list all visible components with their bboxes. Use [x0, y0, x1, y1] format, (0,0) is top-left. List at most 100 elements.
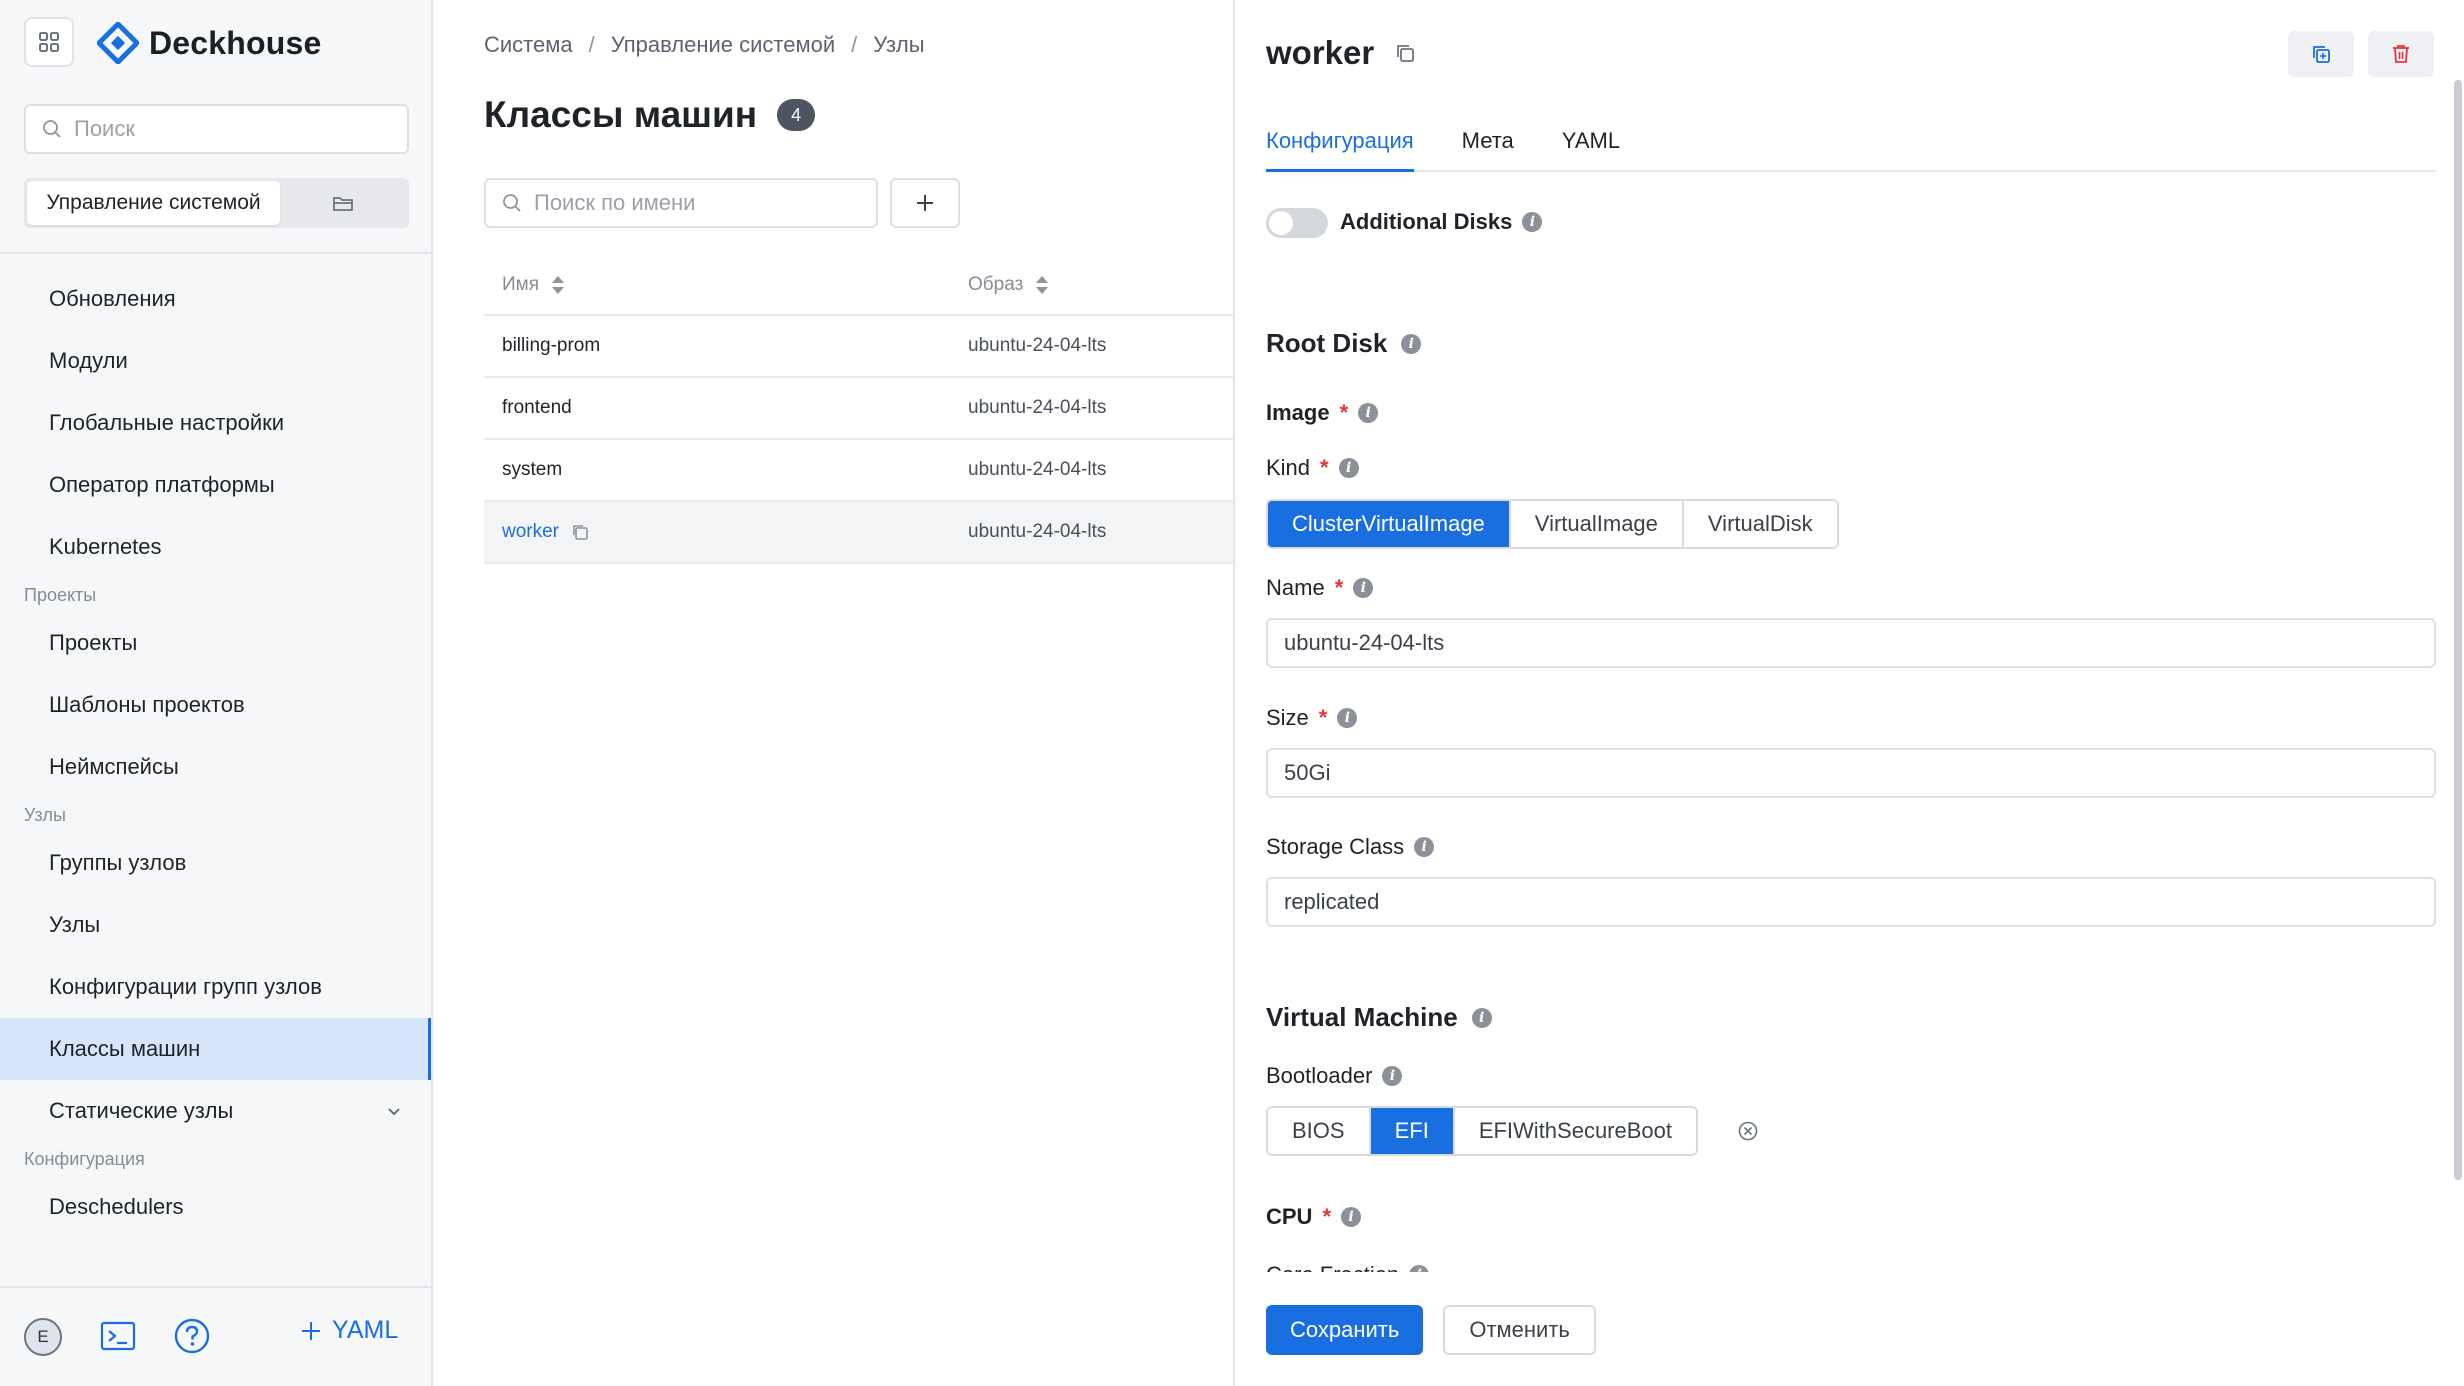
breadcrumb-separator: / [851, 32, 858, 57]
search-icon [43, 120, 61, 138]
info-icon[interactable]: i [1409, 1265, 1430, 1272]
name-label: Name * i [1266, 575, 1374, 601]
copy-icon[interactable] [1394, 42, 1416, 64]
storage-class-input[interactable] [1266, 877, 2436, 927]
root-disk-title-text: Root Disk [1266, 328, 1388, 358]
sidebar-item-namespaces[interactable]: Неймспейсы [0, 736, 431, 798]
mode-system-management[interactable]: Управление системой [27, 181, 280, 225]
row-name-link[interactable]: worker [502, 521, 559, 543]
add-yaml-button[interactable]: YAML [300, 1316, 398, 1345]
folder-icon [333, 197, 353, 211]
row-name: billing-prom [502, 335, 601, 356]
logo[interactable]: Deckhouse [97, 20, 322, 66]
configuration-form: Additional Disks i Root Disk i Image * i… [1266, 172, 2436, 1272]
copy-icon[interactable] [571, 523, 589, 541]
size-input[interactable] [1266, 748, 2436, 798]
sidebar-item-static-nodes[interactable]: Статические узлы [0, 1080, 431, 1142]
terminal-icon[interactable] [100, 1318, 136, 1354]
info-icon[interactable]: i [1353, 578, 1374, 598]
column-header-name[interactable]: Имя [484, 274, 968, 296]
size-label: Size * i [1266, 705, 1358, 731]
info-icon[interactable]: i [1471, 1007, 1492, 1028]
apps-grid-button[interactable] [24, 17, 74, 67]
add-machine-class-button[interactable] [890, 178, 960, 228]
tab-yaml[interactable]: YAML [1562, 122, 1620, 172]
list-search[interactable] [484, 178, 878, 228]
count-badge: 4 [777, 99, 816, 131]
sidebar-item-deschedulers[interactable]: Deschedulers [0, 1176, 431, 1238]
size-label-text: Size [1266, 705, 1309, 730]
name-input[interactable] [1266, 618, 2436, 668]
sidebar-item-modules[interactable]: Модули [0, 330, 431, 392]
kind-label-text: Kind [1266, 455, 1311, 480]
table-row[interactable]: billing-prom ubuntu-24-04-lts [484, 316, 1233, 378]
sidebar-item-kubernetes[interactable]: Kubernetes [0, 516, 431, 578]
bootloader-selector: BIOS EFI EFIWithSecureBoot [1266, 1106, 1698, 1156]
sidebar-search-input[interactable] [74, 116, 374, 142]
breadcrumb-item-nodes[interactable]: Узлы [873, 32, 924, 58]
sidebar-item-platform-operator[interactable]: Оператор платформы [0, 454, 431, 516]
sidebar-item-nodes[interactable]: Узлы [0, 894, 431, 956]
sidebar-item-updates[interactable]: Обновления [0, 268, 431, 330]
name-label-text: Name [1266, 575, 1325, 600]
additional-disks-toggle[interactable] [1266, 208, 1328, 238]
bootloader-option-efi-secure-boot[interactable]: EFIWithSecureBoot [1454, 1108, 1696, 1154]
clear-icon[interactable] [1737, 1120, 1759, 1142]
kind-option-cluster-virtual-image[interactable]: ClusterVirtualImage [1268, 501, 1511, 547]
machine-classes-table: Имя Образ billing-prom ubuntu-24-04-lts … [484, 256, 1233, 564]
breadcrumb-item-system[interactable]: Система [484, 32, 573, 58]
sidebar-item-global-settings[interactable]: Глобальные настройки [0, 392, 431, 454]
tab-meta[interactable]: Мета [1462, 122, 1514, 172]
table-row-selected[interactable]: worker ubuntu-24-04-lts [484, 502, 1233, 564]
row-image: ubuntu-24-04-lts [968, 459, 1107, 480]
sidebar-section-projects: Проекты [24, 584, 97, 605]
search-icon [503, 194, 521, 212]
help-icon[interactable] [173, 1317, 211, 1355]
info-icon[interactable]: i [1382, 1066, 1403, 1086]
sidebar-item-project-templates[interactable]: Шаблоны проектов [0, 674, 431, 736]
table-row[interactable]: frontend ubuntu-24-04-lts [484, 378, 1233, 440]
avatar[interactable]: E [24, 1318, 62, 1356]
kind-option-virtual-image[interactable]: VirtualImage [1510, 501, 1684, 547]
grid-icon [39, 32, 59, 52]
cancel-button[interactable]: Отменить [1443, 1305, 1596, 1355]
info-icon[interactable]: i [1522, 212, 1543, 232]
sidebar-item-projects[interactable]: Проекты [0, 612, 431, 674]
bootloader-option-bios[interactable]: BIOS [1268, 1108, 1371, 1154]
info-icon[interactable]: i [1414, 837, 1435, 857]
info-icon[interactable]: i [1337, 708, 1358, 728]
cpu-label: CPU * i [1266, 1204, 1362, 1230]
sidebar-item-node-group-configs[interactable]: Конфигурации групп узлов [0, 956, 431, 1018]
column-header-image[interactable]: Образ [968, 274, 1233, 296]
panel-scrollbar[interactable] [2454, 80, 2462, 1260]
image-label-text: Image [1266, 400, 1330, 425]
mode-projects[interactable] [280, 181, 406, 225]
info-icon[interactable]: i [1401, 333, 1422, 354]
duplicate-button[interactable] [2288, 31, 2354, 77]
scrollbar-thumb[interactable] [2454, 80, 2462, 1180]
save-button[interactable]: Сохранить [1266, 1305, 1424, 1355]
info-icon[interactable]: i [1341, 1207, 1362, 1227]
bootloader-option-efi[interactable]: EFI [1370, 1108, 1455, 1154]
plus-icon [302, 1321, 320, 1340]
column-header-image-label: Образ [968, 274, 1024, 295]
required-marker: * [1339, 400, 1349, 425]
sidebar-item-machine-classes[interactable]: Классы машин [0, 1018, 431, 1080]
info-icon[interactable]: i [1358, 403, 1379, 423]
chevron-down-icon [388, 1108, 400, 1116]
sidebar-item-node-groups[interactable]: Группы узлов [0, 832, 431, 894]
panel-title-text: worker [1266, 34, 1375, 71]
main-content: Система / Управление системой / Узлы Кла… [433, 0, 1233, 1386]
info-icon[interactable]: i [1338, 458, 1359, 478]
row-image: ubuntu-24-04-lts [968, 335, 1107, 356]
sidebar-search[interactable] [24, 104, 409, 154]
kind-label: Kind * i [1266, 455, 1359, 481]
breadcrumb-item-system-management[interactable]: Управление системой [611, 32, 835, 58]
delete-button[interactable] [2368, 31, 2434, 77]
page-title: Классы машин 4 [484, 94, 816, 136]
table-row[interactable]: system ubuntu-24-04-lts [484, 440, 1233, 502]
duplicate-icon [2313, 46, 2330, 63]
list-search-input[interactable] [534, 190, 854, 216]
kind-option-virtual-disk[interactable]: VirtualDisk [1683, 501, 1837, 547]
tab-configuration[interactable]: Конфигурация [1266, 122, 1414, 172]
